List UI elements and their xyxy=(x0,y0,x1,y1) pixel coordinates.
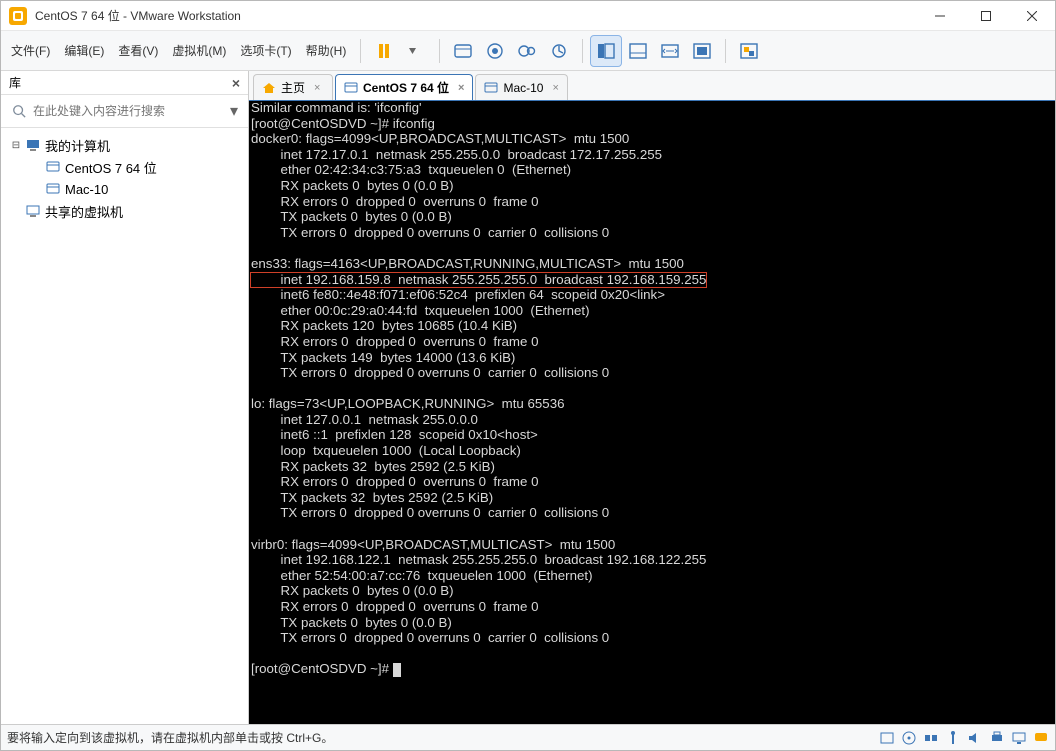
message-icon[interactable] xyxy=(1033,730,1049,746)
terminal-output: Similar command is: 'ifconfig' [root@Cen… xyxy=(251,101,684,271)
titlebar: CentOS 7 64 位 - VMware Workstation xyxy=(1,1,1055,31)
search-input[interactable] xyxy=(33,99,224,123)
tree-label: Mac-10 xyxy=(65,182,108,197)
tabstrip: 主页 × CentOS 7 64 位 × Mac-10 × xyxy=(249,71,1055,101)
highlighted-line: inet 192.168.159.8 netmask 255.255.255.0… xyxy=(251,273,706,288)
terminal[interactable]: Similar command is: 'ifconfig' [root@Cen… xyxy=(249,101,1055,724)
tab-close[interactable]: × xyxy=(458,82,464,94)
sound-icon[interactable] xyxy=(967,730,983,746)
tab-home[interactable]: 主页 × xyxy=(253,74,333,100)
tree-vm-centos[interactable]: CentOS 7 64 位 xyxy=(1,156,248,178)
menu-vm[interactable]: 虚拟机(M) xyxy=(166,38,232,63)
tab-mac[interactable]: Mac-10 × xyxy=(475,74,567,100)
stretch-button[interactable] xyxy=(655,36,685,66)
close-button[interactable] xyxy=(1009,1,1055,30)
vm-icon xyxy=(45,159,61,175)
sidebar-close-button[interactable]: × xyxy=(232,75,240,91)
sidebar: 库 × ▾ ⊟ 我的计算机 CentOS 7 64 位 Mac-10 xyxy=(1,71,249,724)
printer-icon[interactable] xyxy=(989,730,1005,746)
tree-label: 我的计算机 xyxy=(45,136,110,155)
menu-tabs[interactable]: 选项卡(T) xyxy=(234,38,297,63)
tab-close[interactable]: × xyxy=(314,82,320,94)
sidebar-title: 库 xyxy=(9,74,21,91)
usb-icon[interactable] xyxy=(945,730,961,746)
network-icon[interactable] xyxy=(923,730,939,746)
send-ctrlaltdel-button[interactable] xyxy=(448,36,478,66)
menubar: 文件(F) 编辑(E) 查看(V) 虚拟机(M) 选项卡(T) 帮助(H) xyxy=(1,31,1055,71)
snapshot-button[interactable] xyxy=(480,36,510,66)
maximize-button[interactable] xyxy=(963,1,1009,30)
tab-close[interactable]: × xyxy=(552,82,558,94)
terminal-output: inet6 fe80::4e48:f071:ef06:52c4 prefixle… xyxy=(251,287,706,676)
home-icon xyxy=(262,81,276,95)
thumbnail-view-button[interactable] xyxy=(623,36,653,66)
power-dropdown[interactable] xyxy=(401,36,431,66)
tab-centos[interactable]: CentOS 7 64 位 × xyxy=(335,74,473,100)
disk-icon[interactable] xyxy=(879,730,895,746)
vm-icon xyxy=(344,81,358,95)
fullscreen-button[interactable] xyxy=(687,36,717,66)
menu-file[interactable]: 文件(F) xyxy=(5,38,56,63)
vm-tree: ⊟ 我的计算机 CentOS 7 64 位 Mac-10 共享的虚拟机 xyxy=(1,128,248,228)
tab-label: Mac-10 xyxy=(503,81,543,95)
snapshot-manager-button[interactable] xyxy=(512,36,542,66)
computer-icon xyxy=(25,137,41,153)
display-icon[interactable] xyxy=(1011,730,1027,746)
menu-help[interactable]: 帮助(H) xyxy=(300,38,353,63)
app-icon xyxy=(9,7,27,25)
tree-my-computer[interactable]: ⊟ 我的计算机 xyxy=(1,134,248,156)
tree-vm-mac[interactable]: Mac-10 xyxy=(1,178,248,200)
terminal-cursor xyxy=(393,663,401,677)
shared-icon xyxy=(25,203,41,219)
vm-icon xyxy=(45,181,61,197)
tab-label: 主页 xyxy=(281,79,305,96)
tree-label: 共享的虚拟机 xyxy=(45,202,123,221)
search-icon xyxy=(9,101,29,121)
search-dropdown[interactable]: ▾ xyxy=(224,101,244,121)
vm-icon xyxy=(484,81,498,95)
status-text: 要将输入定向到该虚拟机，请在虚拟机内部单击或按 Ctrl+G。 xyxy=(7,729,879,746)
tab-label: CentOS 7 64 位 xyxy=(363,79,449,96)
window-title: CentOS 7 64 位 - VMware Workstation xyxy=(35,7,241,24)
tree-label: CentOS 7 64 位 xyxy=(65,158,157,177)
revert-snapshot-button[interactable] xyxy=(544,36,574,66)
menu-view[interactable]: 查看(V) xyxy=(112,38,164,63)
menu-edit[interactable]: 编辑(E) xyxy=(58,38,110,63)
show-library-button[interactable] xyxy=(591,36,621,66)
tree-shared-vms[interactable]: 共享的虚拟机 xyxy=(1,200,248,222)
unity-button[interactable] xyxy=(734,36,764,66)
minimize-button[interactable] xyxy=(917,1,963,30)
pause-button[interactable] xyxy=(369,36,399,66)
statusbar: 要将输入定向到该虚拟机，请在虚拟机内部单击或按 Ctrl+G。 xyxy=(1,724,1055,750)
cd-icon[interactable] xyxy=(901,730,917,746)
